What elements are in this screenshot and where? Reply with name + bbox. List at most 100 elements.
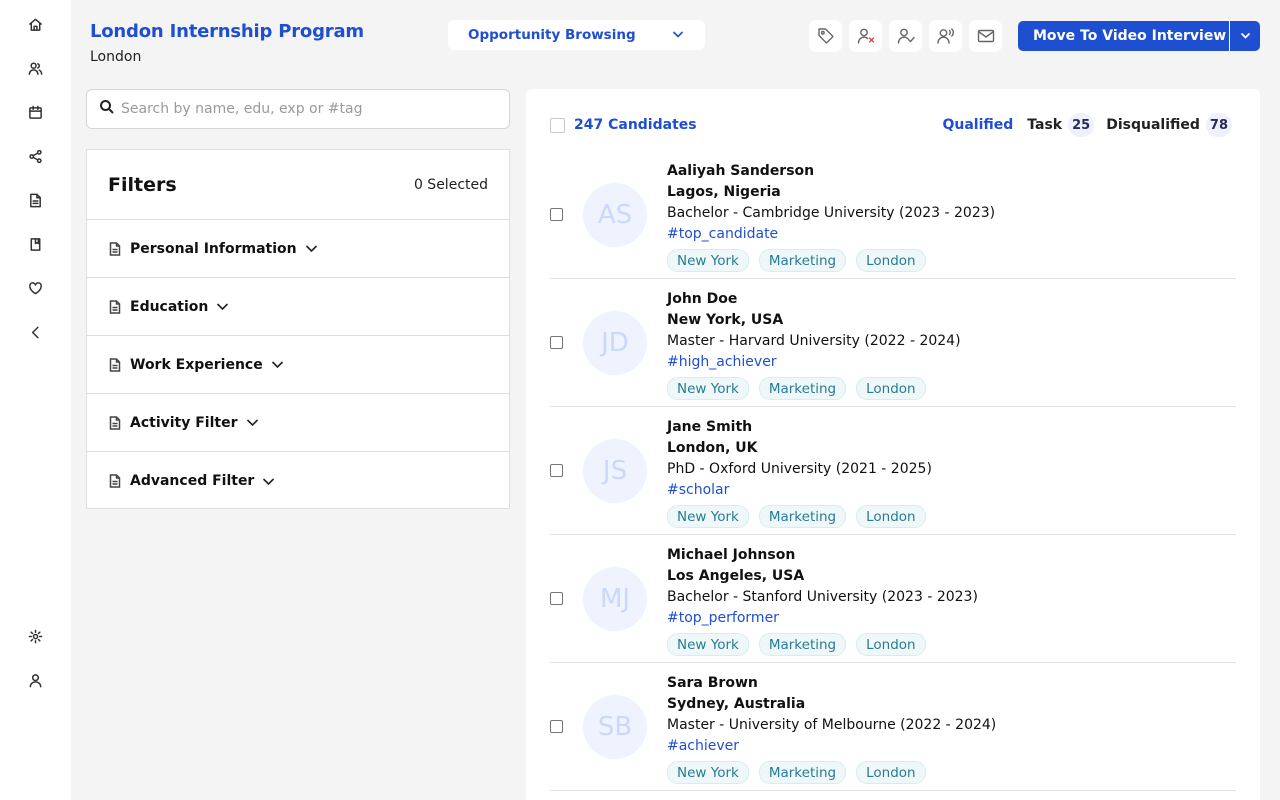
candidate-row[interactable]: AS Aaliyah Sanderson Lagos, Nigeria Bach… <box>550 151 1236 279</box>
candidate-checkbox[interactable] <box>550 464 563 477</box>
search-input[interactable] <box>121 101 497 117</box>
count-badge: 78 <box>1205 113 1232 137</box>
chevron-down-icon <box>262 475 275 488</box>
select-all-checkbox[interactable] <box>550 117 565 133</box>
chevron-down-icon <box>246 416 259 429</box>
chevron-down-icon <box>216 300 229 313</box>
tab-task[interactable]: Task 25 <box>1023 113 1098 137</box>
mail-icon[interactable] <box>969 20 1002 52</box>
candidate-hashtag[interactable]: #top_candidate <box>667 224 995 245</box>
candidate-chips: New York Marketing London <box>667 761 996 784</box>
filter-label: Advanced Filter <box>130 473 255 489</box>
book-icon[interactable] <box>26 235 44 253</box>
document-icon[interactable] <box>26 191 44 209</box>
candidate-education: Master - Harvard University (2022 - 2024… <box>667 333 961 349</box>
move-options-dropdown[interactable] <box>1229 21 1260 51</box>
candidate-education: Master - University of Melbourne (2022 -… <box>667 717 997 733</box>
tab-label: Disqualified <box>1106 117 1200 133</box>
filter-label: Activity Filter <box>130 414 238 431</box>
chip: Marketing <box>758 633 847 656</box>
candidate-name[interactable]: Sara Brown <box>667 673 996 694</box>
chip: Marketing <box>758 761 847 784</box>
search-icon <box>99 99 121 119</box>
candidate-location: London, UK <box>667 440 758 456</box>
candidate-row[interactable]: MJ Michael Johnson Los Angeles, USA Bach… <box>550 535 1236 663</box>
candidates-panel: 247 Candidates Qualified Task 25 Disquali… <box>526 89 1260 800</box>
status-tabs: Qualified Task 25 Disqualified 78 <box>938 113 1236 137</box>
sidebar-rail <box>0 0 71 800</box>
filter-personal-information[interactable]: Personal Information <box>87 220 509 278</box>
chip: Marketing <box>758 377 847 400</box>
chip: New York <box>667 377 749 400</box>
candidate-education: PhD - Oxford University (2021 - 2025) <box>667 461 932 477</box>
page-subtitle: London <box>90 49 142 65</box>
candidate-hashtag[interactable]: #scholar <box>667 480 932 501</box>
count-badge: 25 <box>1068 113 1095 137</box>
filter-advanced[interactable]: Advanced Filter <box>87 452 509 510</box>
document-icon <box>108 415 130 430</box>
candidate-row[interactable]: JD John Doe New York, USA Master - Harva… <box>550 279 1236 407</box>
tag-icon[interactable] <box>809 20 842 52</box>
candidate-name[interactable]: Jane Smith <box>667 417 932 438</box>
search-box <box>86 89 510 129</box>
avatar: AS <box>583 183 647 247</box>
chip: London <box>856 249 926 272</box>
candidate-checkbox[interactable] <box>550 592 563 605</box>
tab-label: Task <box>1027 117 1063 133</box>
chevron-down-icon <box>1239 27 1252 46</box>
candidate-checkbox[interactable] <box>550 720 563 733</box>
chip: London <box>856 633 926 656</box>
candidate-location: Lagos, Nigeria <box>667 184 781 200</box>
candidate-location: New York, USA <box>667 312 784 328</box>
document-icon <box>108 241 130 256</box>
stage-dropdown[interactable]: Opportunity Browsing <box>448 20 705 50</box>
candidate-row[interactable]: SB Sara Brown Sydney, Australia Master -… <box>550 663 1236 791</box>
collapse-icon[interactable] <box>26 323 44 341</box>
candidate-name[interactable]: Aaliyah Sanderson <box>667 161 995 182</box>
candidate-hashtag[interactable]: #top_performer <box>667 608 978 629</box>
users-icon[interactable] <box>26 59 44 77</box>
chip: New York <box>667 633 749 656</box>
chip: New York <box>667 249 749 272</box>
chevron-down-icon <box>271 358 284 371</box>
user-voice-icon[interactable] <box>929 20 962 52</box>
candidate-education: Bachelor - Stanford University (2023 - 2… <box>667 589 978 605</box>
chip: London <box>856 761 926 784</box>
profile-icon[interactable] <box>26 671 44 689</box>
candidate-hashtag[interactable]: #high_achiever <box>667 352 961 373</box>
user-check-icon[interactable] <box>889 20 922 52</box>
user-remove-icon[interactable] <box>849 20 882 52</box>
tab-qualified[interactable]: Qualified <box>938 117 1017 133</box>
filter-education[interactable]: Education <box>87 278 509 336</box>
filters-header: Filters 0 Selected <box>87 150 509 220</box>
filters-panel: Filters 0 Selected Personal Information … <box>86 149 510 509</box>
candidate-name[interactable]: Michael Johnson <box>667 545 978 566</box>
avatar: SB <box>583 695 647 759</box>
calendar-icon[interactable] <box>26 103 44 121</box>
candidate-checkbox[interactable] <box>550 336 563 349</box>
candidate-name[interactable]: John Doe <box>667 289 961 310</box>
filter-activity[interactable]: Activity Filter <box>87 394 509 452</box>
filter-work-experience[interactable]: Work Experience <box>87 336 509 394</box>
filter-label: Work Experience <box>130 356 263 373</box>
settings-icon[interactable] <box>26 627 44 645</box>
tab-disqualified[interactable]: Disqualified 78 <box>1102 113 1236 137</box>
home-icon[interactable] <box>26 15 44 33</box>
candidate-chips: New York Marketing London <box>667 633 978 656</box>
candidate-info: Sara Brown Sydney, Australia Master - Un… <box>667 673 996 784</box>
chevron-down-icon <box>305 242 318 255</box>
tab-label: Qualified <box>942 117 1014 133</box>
document-icon <box>108 357 130 372</box>
avatar: MJ <box>583 567 647 631</box>
candidate-count: 247 Candidates <box>574 117 697 133</box>
candidate-row[interactable]: JS Jane Smith London, UK PhD - Oxford Un… <box>550 407 1236 535</box>
chip: New York <box>667 505 749 528</box>
candidate-hashtag[interactable]: #achiever <box>667 736 996 757</box>
move-to-video-interview-button[interactable]: Move To Video Interview I <box>1018 21 1229 51</box>
page-title: London Internship Program <box>90 21 364 42</box>
candidate-checkbox[interactable] <box>550 208 563 221</box>
candidate-education: Bachelor - Cambridge University (2023 - … <box>667 205 996 221</box>
filters-title: Filters <box>108 173 177 196</box>
share-icon[interactable] <box>26 147 44 165</box>
heart-icon[interactable] <box>26 279 44 297</box>
